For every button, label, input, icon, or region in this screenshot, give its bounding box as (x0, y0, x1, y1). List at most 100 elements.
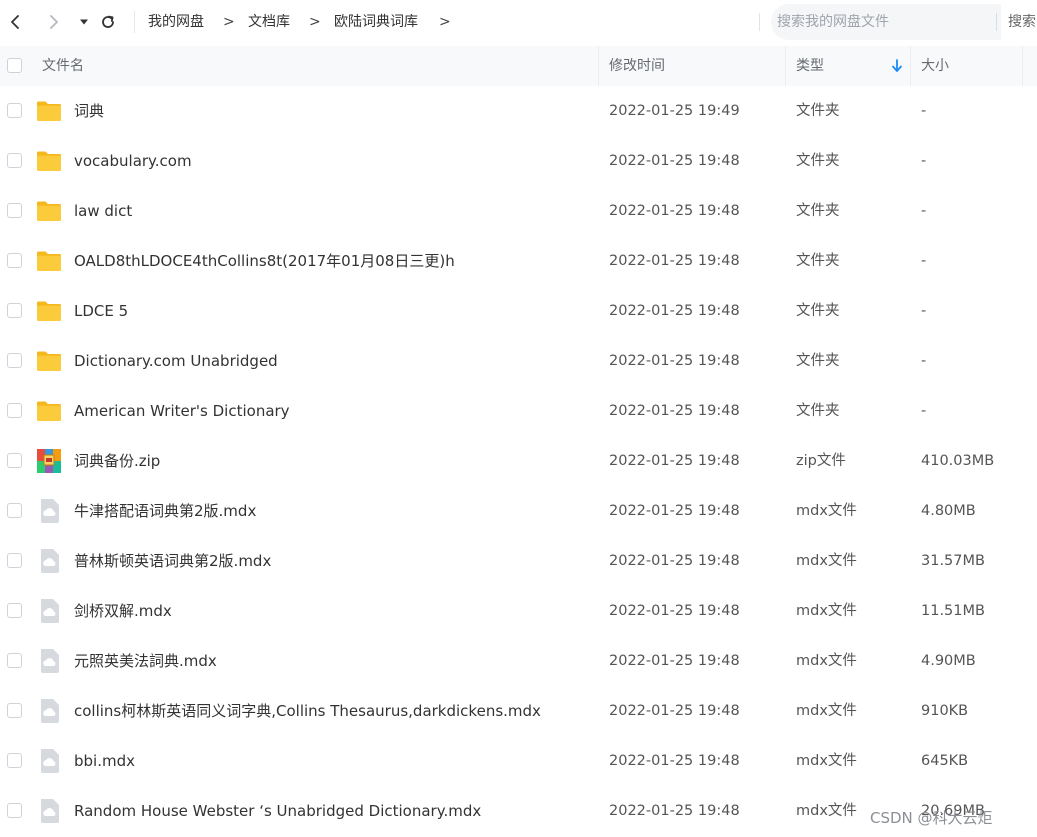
column-header-size[interactable]: 大小 (921, 46, 949, 86)
table-row[interactable]: OALD8thLDOCE4thCollins8t(2017年01月08日三更)h… (0, 236, 1037, 286)
column-header-modified[interactable]: 修改时间 (609, 46, 665, 86)
file-name[interactable]: 牛津搭配语词典第2版.mdx (74, 501, 256, 521)
file-icon (36, 499, 62, 523)
row-checkbox[interactable] (7, 603, 22, 618)
breadcrumb-current-folder[interactable]: 欧陆词典词库 (334, 12, 418, 32)
file-type: 文件夹 (796, 353, 840, 369)
row-checkbox[interactable] (7, 253, 22, 268)
file-name[interactable]: American Writer's Dictionary (74, 401, 290, 421)
file-name[interactable]: 词典 (74, 101, 104, 121)
breadcrumb-document-library[interactable]: 文档库 (248, 12, 290, 32)
file-name[interactable]: Random House Webster ‘s Unabridged Dicti… (74, 801, 481, 821)
search-input[interactable] (777, 12, 987, 32)
file-size: - (921, 403, 927, 419)
history-dropdown-button[interactable] (73, 10, 95, 34)
folder-icon (36, 299, 62, 323)
file-icon (36, 549, 62, 573)
file-name[interactable]: 剑桥双解.mdx (74, 601, 172, 621)
zip-archive-icon (36, 449, 62, 473)
row-checkbox[interactable] (7, 453, 22, 468)
table-row[interactable]: 词典备份.zip 2022-01-25 19:48 zip文件 410.03MB (0, 436, 1037, 486)
row-checkbox[interactable] (7, 153, 22, 168)
table-row[interactable]: 剑桥双解.mdx 2022-01-25 19:48 mdx文件 11.51MB (0, 586, 1037, 636)
file-name[interactable]: OALD8thLDOCE4thCollins8t(2017年01月08日三更)h (74, 251, 455, 271)
column-divider (785, 46, 786, 86)
forward-button[interactable] (43, 10, 65, 34)
row-checkbox[interactable] (7, 203, 22, 218)
caret-down-icon (80, 19, 88, 25)
table-row[interactable]: bbi.mdx 2022-01-25 19:48 mdx文件 645KB (0, 736, 1037, 786)
row-checkbox[interactable] (7, 503, 22, 518)
row-checkbox[interactable] (7, 403, 22, 418)
breadcrumb-separator: > (309, 14, 321, 30)
table-row[interactable]: LDCE 5 2022-01-25 19:48 文件夹 - (0, 286, 1037, 336)
modified-time: 2022-01-25 19:48 (609, 303, 740, 319)
chevron-right-icon (50, 15, 58, 29)
breadcrumb-my-drive[interactable]: 我的网盘 (148, 12, 204, 32)
row-checkbox[interactable] (7, 803, 22, 818)
back-button[interactable] (5, 10, 27, 34)
row-checkbox[interactable] (7, 753, 22, 768)
file-name[interactable]: vocabulary.com (74, 151, 192, 171)
file-name[interactable]: 词典备份.zip (74, 451, 160, 471)
select-all-checkbox[interactable] (7, 58, 22, 73)
table-row[interactable]: American Writer's Dictionary 2022-01-25 1… (0, 386, 1037, 436)
file-name[interactable]: LDCE 5 (74, 301, 128, 321)
file-type: mdx文件 (796, 753, 857, 769)
file-name[interactable]: bbi.mdx (74, 751, 135, 771)
file-size: 410.03MB (921, 453, 995, 469)
table-row[interactable]: 牛津搭配语词典第2版.mdx 2022-01-25 19:48 mdx文件 4.80M… (0, 486, 1037, 536)
table-row[interactable]: 普林斯顿英语词典第2版.mdx 2022-01-25 19:48 mdx文件 31.5… (0, 536, 1037, 586)
column-header-name[interactable]: 文件名 (42, 46, 84, 86)
table-row[interactable]: 词典 2022-01-25 19:49 文件夹 - (0, 86, 1037, 136)
file-size: - (921, 153, 927, 169)
file-size: 31.57MB (921, 553, 985, 569)
table-row[interactable]: 元照英美法詞典.mdx 2022-01-25 19:48 mdx文件 4.90MB (0, 636, 1037, 686)
modified-time: 2022-01-25 19:48 (609, 603, 740, 619)
file-size: - (921, 203, 927, 219)
file-size: - (921, 303, 927, 319)
row-checkbox[interactable] (7, 303, 22, 318)
row-checkbox[interactable] (7, 553, 22, 568)
file-type: mdx文件 (796, 703, 857, 719)
file-name[interactable]: 元照英美法詞典.mdx (74, 651, 217, 671)
file-size: 910KB (921, 703, 969, 719)
file-icon (36, 699, 62, 723)
modified-time: 2022-01-25 19:48 (609, 253, 740, 269)
table-row[interactable]: vocabulary.com 2022-01-25 19:48 文件夹 - (0, 136, 1037, 186)
row-checkbox[interactable] (7, 103, 22, 118)
file-name[interactable]: law dict (74, 201, 132, 221)
folder-icon (36, 99, 62, 123)
file-size: 11.51MB (921, 603, 985, 619)
modified-time: 2022-01-25 19:48 (609, 653, 740, 669)
modified-time: 2022-01-25 19:48 (609, 703, 740, 719)
table-row[interactable]: collins柯林斯英语同义词字典,Collins Thesaurus,dark… (0, 686, 1037, 736)
row-checkbox[interactable] (7, 353, 22, 368)
search-button[interactable]: 搜索 (1008, 12, 1036, 32)
chevron-left-icon (11, 15, 19, 29)
table-row[interactable]: Dictionary.com Unabridged 2022-01-25 19:4… (0, 336, 1037, 386)
table-row[interactable]: law dict 2022-01-25 19:48 文件夹 - (0, 186, 1037, 236)
refresh-button[interactable] (97, 10, 119, 34)
folder-icon (36, 399, 62, 423)
breadcrumb-separator: > (223, 14, 235, 30)
sort-descending-icon[interactable] (891, 59, 903, 73)
search-box (771, 4, 1001, 40)
breadcrumb-separator: > (439, 14, 451, 30)
modified-time: 2022-01-25 19:48 (609, 403, 740, 419)
file-name[interactable]: 普林斯顿英语词典第2版.mdx (74, 551, 271, 571)
file-size: - (921, 253, 927, 269)
file-icon (36, 649, 62, 673)
file-name[interactable]: Dictionary.com Unabridged (74, 351, 278, 371)
modified-time: 2022-01-25 19:48 (609, 453, 740, 469)
column-header-type[interactable]: 类型 (796, 46, 824, 86)
file-name[interactable]: collins柯林斯英语同义词字典,Collins Thesaurus,dark… (74, 701, 541, 721)
file-type: 文件夹 (796, 403, 840, 419)
file-type: mdx文件 (796, 803, 857, 819)
watermark: CSDN @科大云炬 (870, 809, 993, 827)
file-size: 4.80MB (921, 503, 976, 519)
row-checkbox[interactable] (7, 703, 22, 718)
file-type: 文件夹 (796, 103, 840, 119)
modified-time: 2022-01-25 19:48 (609, 553, 740, 569)
row-checkbox[interactable] (7, 653, 22, 668)
